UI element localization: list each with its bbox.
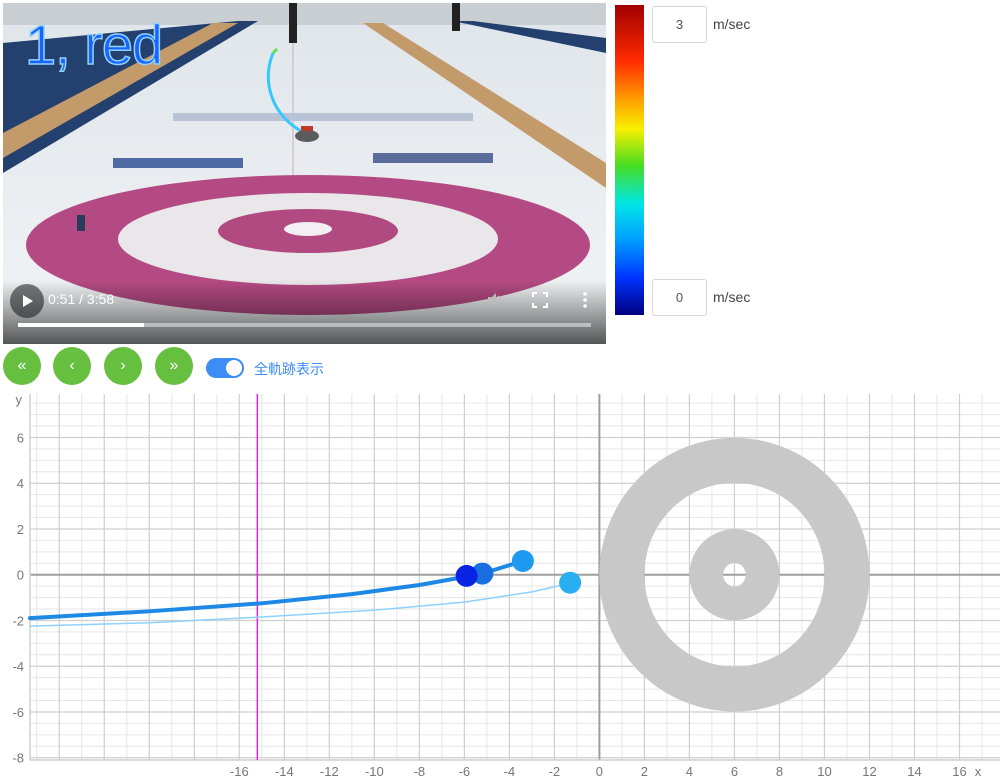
show-all-trajectories-toggle[interactable] xyxy=(206,358,244,378)
max-speed-unit: m/sec xyxy=(713,16,751,32)
x-tick-label: -4 xyxy=(504,764,516,779)
fullscreen-icon xyxy=(532,292,548,308)
first-button[interactable]: « xyxy=(3,347,41,385)
x-tick-label: -16 xyxy=(230,764,249,779)
y-tick-label: 4 xyxy=(17,476,24,491)
toggle-knob xyxy=(226,360,242,376)
x-tick-label: 10 xyxy=(817,764,831,779)
stone-marker[interactable] xyxy=(455,564,478,587)
next-button[interactable]: › xyxy=(104,347,142,385)
y-tick-label: -2 xyxy=(12,613,24,628)
min-speed-input[interactable]: 0 xyxy=(652,279,707,316)
stone-trajectory xyxy=(29,581,574,627)
video-controls-bar xyxy=(3,280,606,344)
x-tick-label: 0 xyxy=(596,764,603,779)
prev-button[interactable]: ‹ xyxy=(53,347,91,385)
x-tick-label: 4 xyxy=(686,764,693,779)
y-tick-label: 6 xyxy=(17,430,24,445)
x-tick-label: 2 xyxy=(641,764,648,779)
video-player[interactable]: 1, red 0:51 / 3:58 xyxy=(3,3,606,344)
play-icon xyxy=(23,295,33,307)
last-button[interactable]: » xyxy=(155,347,193,385)
x-tick-label: -12 xyxy=(320,764,339,779)
play-button[interactable] xyxy=(10,284,44,318)
stone-marker[interactable] xyxy=(559,571,582,594)
x-tick-label: -14 xyxy=(275,764,294,779)
x-tick-label: -10 xyxy=(365,764,384,779)
y-tick-label: 0 xyxy=(17,568,24,583)
x-tick-label: 6 xyxy=(731,764,738,779)
y-tick-label: -4 xyxy=(12,659,24,674)
x-tick-label: -2 xyxy=(549,764,561,779)
y-tick-label: 2 xyxy=(17,522,24,537)
y-axis-label: y xyxy=(16,392,23,407)
x-tick-label: 14 xyxy=(907,764,921,779)
video-time: 0:51 / 3:58 xyxy=(48,291,115,307)
shot-label: 1, red xyxy=(24,13,164,76)
y-tick-label: -8 xyxy=(12,751,24,766)
x-tick-label: 12 xyxy=(862,764,876,779)
x-tick-label: -8 xyxy=(414,764,426,779)
video-progress-bar[interactable] xyxy=(18,323,591,327)
stone-marker[interactable] xyxy=(511,549,534,572)
max-speed-input[interactable]: 3 xyxy=(652,6,707,43)
video-progress-fill xyxy=(18,323,145,327)
min-speed-unit: m/sec xyxy=(713,289,751,305)
trajectory-plot[interactable]: -16 -14 -12 -10 -8 -6 -4 -2 0 2 4 6 8 10 12 14 16 -8 -6 -4 -… xyxy=(0,390,1000,782)
y-tick-label: -6 xyxy=(12,705,24,720)
x-tick-label: 8 xyxy=(776,764,783,779)
x-axis-label: x xyxy=(975,764,982,779)
show-all-trajectories-label: 全軌跡表示 xyxy=(254,361,324,377)
more-vert-icon xyxy=(583,292,587,308)
volume-icon xyxy=(488,293,501,307)
x-tick-label: 16 xyxy=(952,764,966,779)
speed-color-scale xyxy=(615,5,644,315)
x-tick-label: -6 xyxy=(459,764,471,779)
